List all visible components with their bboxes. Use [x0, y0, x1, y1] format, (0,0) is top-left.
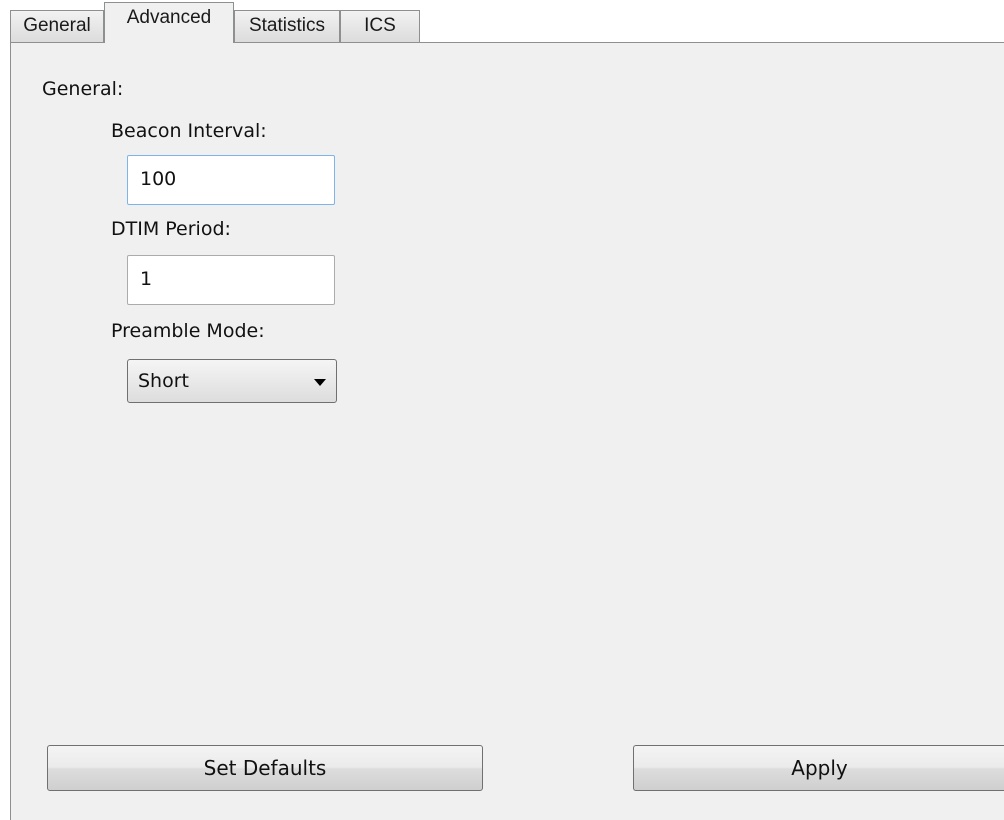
preamble-mode-select[interactable]: Short	[127, 359, 337, 403]
tab-ics-label: ICS	[364, 15, 396, 36]
dtim-period-label: DTIM Period:	[111, 218, 231, 240]
preamble-mode-value: Short	[138, 370, 189, 392]
tab-statistics[interactable]: Statistics	[234, 10, 340, 42]
beacon-interval-input[interactable]: 100	[127, 155, 335, 205]
chevron-down-icon	[314, 379, 326, 386]
tab-statistics-label: Statistics	[248, 15, 326, 36]
dtim-period-input[interactable]: 1	[127, 255, 335, 305]
advanced-panel: General: Beacon Interval: 100 DTIM Perio…	[10, 42, 1004, 820]
preamble-mode-label: Preamble Mode:	[111, 320, 265, 342]
tab-advanced-label: Advanced	[126, 7, 212, 28]
apply-button[interactable]: Apply	[633, 745, 1004, 791]
beacon-interval-label: Beacon Interval:	[111, 120, 267, 142]
tab-strip: General Advanced Statistics ICS	[10, 0, 1004, 43]
section-general-label: General:	[42, 78, 124, 100]
tab-advanced[interactable]: Advanced	[104, 2, 234, 43]
tab-general-label: General	[23, 15, 91, 36]
set-defaults-button[interactable]: Set Defaults	[47, 745, 483, 791]
tab-general[interactable]: General	[10, 10, 104, 42]
tab-ics[interactable]: ICS	[340, 10, 420, 42]
